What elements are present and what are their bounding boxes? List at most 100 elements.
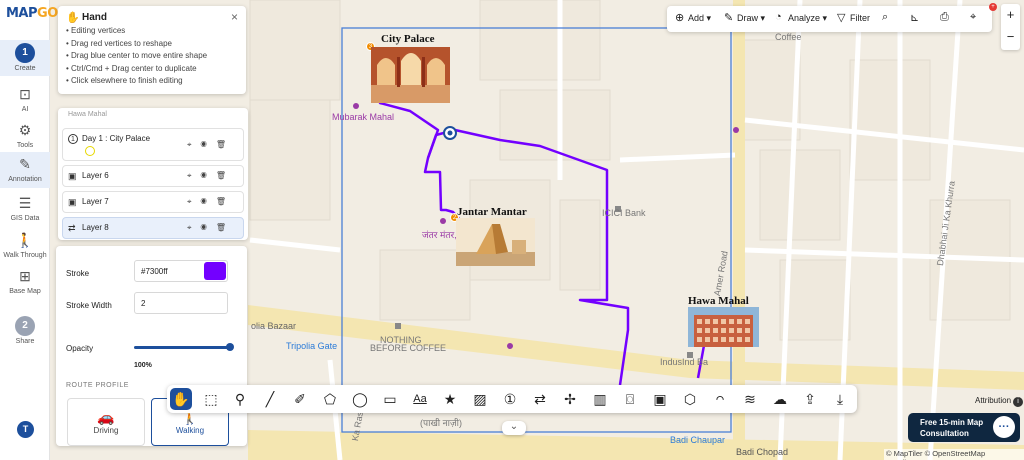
place-image-hawa-mahal[interactable] xyxy=(688,307,759,347)
star-tool-icon[interactable]: ★ xyxy=(439,388,461,410)
weather-tool-icon[interactable]: ☁ xyxy=(769,388,791,410)
attribution-toggle[interactable]: Attribution i xyxy=(975,396,1024,407)
layer-actions[interactable]: ⌖◉🗑 xyxy=(187,140,235,150)
zoom-control: + − xyxy=(1001,4,1020,50)
walk-icon: 🚶 xyxy=(16,232,34,248)
avatar[interactable]: T xyxy=(17,421,34,438)
label-tripolia-bazaar: olia Bazaar xyxy=(251,321,297,331)
opacity-slider[interactable] xyxy=(134,346,230,349)
rail-item-ai[interactable]: ⊡ AI xyxy=(0,84,50,113)
zoom-out-button[interactable]: − xyxy=(1001,26,1020,48)
opacity-slider-handle[interactable] xyxy=(226,343,234,351)
rail-item-share[interactable]: 2 Share xyxy=(0,316,50,345)
consult-line1: Free 15-min Map xyxy=(920,418,984,427)
rail-item-label: AI xyxy=(21,106,29,113)
add-button[interactable]: Add ▾ xyxy=(688,13,711,24)
locate-icon[interactable]: ⌖ xyxy=(970,11,976,24)
building-tool-icon[interactable]: ▥ xyxy=(589,388,611,410)
consultation-button[interactable]: Free 15-min Map Consultation ··· xyxy=(908,413,1020,442)
ai-icon: ⊡ xyxy=(19,86,31,102)
layer-actions[interactable]: ⌖◉🗑 xyxy=(187,171,235,181)
rail-item-base-map[interactable]: ⊞ Base Map xyxy=(0,266,50,295)
mapgo-logo[interactable]: MAPGO xyxy=(6,6,58,21)
top-toolbar: ⊕ Add ▾ ✎ Draw ▾ ◔ Analyze ▾ ▽ Filter ⌕ … xyxy=(667,6,992,32)
rail-item-label: Share xyxy=(15,338,35,345)
text-tool-icon[interactable]: Aa xyxy=(409,388,431,410)
freehand-tool-icon[interactable]: ✐ xyxy=(289,388,311,410)
label-badi-chaupar: Badi Chaupar xyxy=(670,435,726,445)
filter-button[interactable]: Filter xyxy=(850,13,870,23)
rail-item-label: Base Map xyxy=(9,288,41,295)
photo-tool-icon[interactable]: ▣ xyxy=(649,388,671,410)
search-icon[interactable]: ⌕ xyxy=(882,11,888,24)
layer-name: Day 1 : City Palace xyxy=(82,134,151,143)
opacity-value: 100% xyxy=(134,362,152,369)
rail-item-walk-through[interactable]: 🚶 Walk Through xyxy=(0,230,50,259)
rail-item-tools[interactable]: ⚙ Tools xyxy=(0,120,50,149)
style-panel: Stroke #7300ff Stroke Width 2 Opacity 10… xyxy=(56,246,247,446)
camera-tool-icon[interactable]: ⌼ xyxy=(619,388,641,410)
place-image-jantar-mantar[interactable] xyxy=(456,218,535,266)
draw-button[interactable]: Draw ▾ xyxy=(737,13,765,24)
layer-number-badge: 1 xyxy=(68,134,78,144)
consult-line2: Consultation xyxy=(920,429,969,438)
hand-tool-panel: ✋ Hand × • Editing vertices • Drag red v… xyxy=(58,6,246,94)
stroke-color-swatch[interactable] xyxy=(204,262,226,280)
hand-tool-icon[interactable]: ✋ xyxy=(170,388,192,410)
annotation-icon: ✎ xyxy=(19,156,31,172)
label-before-coffee: BEFORE COFFEE xyxy=(370,343,447,353)
chat-icon[interactable]: ··· xyxy=(993,416,1015,438)
place-title-city-palace: City Palace xyxy=(381,33,435,45)
chevron-down-icon[interactable]: ⌄ xyxy=(502,421,526,435)
number-tool-icon[interactable]: ① xyxy=(499,388,521,410)
print-icon[interactable]: ⎙ xyxy=(940,11,949,24)
layer-item-hawa-mahal[interactable]: Hawa Mahal xyxy=(68,111,107,118)
download-icon[interactable]: ⤓ xyxy=(829,388,851,410)
cube-tool-icon[interactable]: ⬡ xyxy=(679,388,701,410)
stroke-width-field[interactable]: 2 xyxy=(134,292,228,314)
rail-item-annotation[interactable]: ✎ Annotation xyxy=(0,152,50,188)
polygon-tool-icon[interactable]: ⬠ xyxy=(319,388,341,410)
layer-name: Layer 7 xyxy=(82,197,109,206)
layer-item-layer-8[interactable]: ⇄ Layer 8 ⌖◉🗑 xyxy=(62,217,244,239)
layer-actions[interactable]: ⌖◉🗑 xyxy=(187,197,235,207)
tools-icon: ⚙ xyxy=(18,122,32,138)
close-icon[interactable]: × xyxy=(231,10,238,24)
select-tool-icon[interactable]: ⬚ xyxy=(200,388,222,410)
rectangle-tool-icon[interactable]: ▭ xyxy=(379,388,401,410)
route-icon: ⇄ xyxy=(68,223,76,233)
shape-tool-icon[interactable]: ✢ xyxy=(559,388,581,410)
layer-item-layer-7[interactable]: ▣ Layer 7 ⌖◉🗑 xyxy=(62,191,244,213)
car-icon: 🚗 xyxy=(97,409,115,425)
measure-icon[interactable]: ⊾ xyxy=(910,11,919,24)
layer-item-day1[interactable]: 1 Day 1 : City Palace ⌖◉🗑 xyxy=(62,128,244,161)
label-coffee: Coffee xyxy=(775,32,802,42)
notification-dot: + xyxy=(989,3,997,11)
place-image-city-palace[interactable] xyxy=(371,47,450,103)
rail-item-gis-data[interactable]: ☰ GIS Data xyxy=(0,193,50,222)
add-icon: ⊕ xyxy=(675,12,685,24)
layer-item-layer-6[interactable]: ▣ Layer 6 ⌖◉🗑 xyxy=(62,165,244,187)
place-title-hawa-mahal: Hawa Mahal xyxy=(688,295,749,307)
wind-tool-icon[interactable]: ≋ xyxy=(739,388,761,410)
drawing-toolbar: ✋ ⬚ ⚲ ╱ ✐ ⬠ ◯ ▭ Aa ★ ▨ ① ⇄ ✢ ▥ ⌼ ▣ ⬡ ◠ ≋… xyxy=(167,385,857,413)
rail-item-label: Annotation xyxy=(8,176,42,183)
label-indusind: IndusInd Ba xyxy=(660,357,709,367)
zoom-in-button[interactable]: + xyxy=(1001,4,1020,26)
circle-tool-icon[interactable]: ◯ xyxy=(349,388,371,410)
upload-icon[interactable]: ⇪ xyxy=(799,388,821,410)
route-option-driving[interactable]: 🚗 Driving xyxy=(67,398,145,446)
rail-item-create[interactable]: 1 Create xyxy=(0,40,50,76)
line-tool-icon[interactable]: ╱ xyxy=(259,388,281,410)
image-tool-icon[interactable]: ▨ xyxy=(469,388,491,410)
marker-tool-icon[interactable]: ⚲ xyxy=(229,388,251,410)
place-title-jantar-mantar: Jantar Mantar xyxy=(457,206,527,218)
route-tool-icon[interactable]: ⇄ xyxy=(529,388,551,410)
route-profile-heading: ROUTE PROFILE xyxy=(66,382,129,389)
analyze-button[interactable]: Analyze ▾ xyxy=(788,13,827,24)
layer-actions[interactable]: ⌖◉🗑 xyxy=(187,223,235,233)
rail-item-label: Create xyxy=(14,65,36,72)
rail-item-label: Walk Through xyxy=(3,252,47,259)
aqi-tool-icon[interactable]: ◠ xyxy=(709,388,731,410)
rail-item-label: GIS Data xyxy=(10,215,40,222)
